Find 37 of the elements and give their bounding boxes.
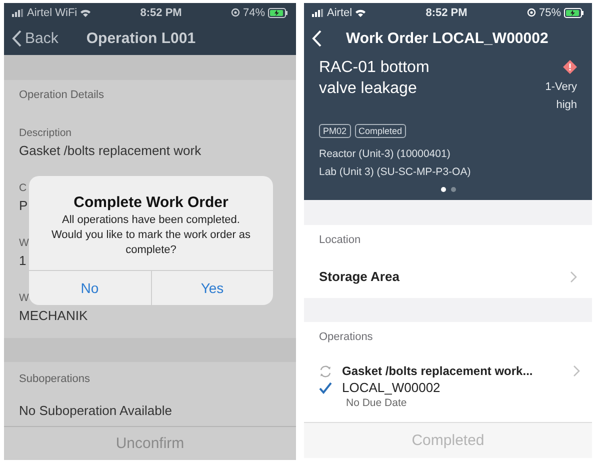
carrier-name: Airtel <box>327 6 352 18</box>
work-order-title: RAC-01 bottom valve leakage <box>319 58 430 99</box>
field-value: Gasket /bolts replacement work <box>19 142 202 160</box>
header-detail: Lab (Unit 3) (SU-SC-MP-P3-OA) <box>319 165 472 180</box>
screen-title: Operation L001 <box>86 30 196 47</box>
dialog-button[interactable]: No <box>29 271 150 305</box>
field-value: 1 <box>19 252 26 270</box>
status-time: 8:52 PM <box>426 6 468 18</box>
field-value: P <box>19 197 28 215</box>
dialog-message: All operations have been completed. Would you like to mark the work order as complete? <box>50 213 252 258</box>
operation-row[interactable]: Gasket /bolts replacement work... LOCAL_W00002 No Due Date <box>304 352 592 409</box>
field-label: C <box>19 181 27 196</box>
operation-id: LOCAL_W00002 <box>342 380 440 395</box>
status-time: 8:52 PM <box>140 6 182 18</box>
header-detail: Reactor (Unit-3) (10000401) <box>319 147 452 162</box>
tag: Completed <box>354 124 406 138</box>
field-label: W <box>19 291 29 306</box>
operation-title: Gasket /bolts replacement work... <box>342 364 534 378</box>
battery-percent: 75% <box>538 6 561 18</box>
dialog-button[interactable]: Yes <box>150 271 273 305</box>
empty-message: No Suboperation Available <box>18 402 173 420</box>
dialog-title: Complete Work Order <box>72 194 230 211</box>
section-heading: Operations <box>318 330 374 345</box>
screen-title: Work Order LOCAL_W00002 <box>346 30 548 47</box>
field-label: Description <box>19 126 72 141</box>
tag: PM02 <box>319 124 351 138</box>
battery-percent: 74% <box>242 6 265 18</box>
location-row[interactable]: Storage Area <box>304 255 592 298</box>
priority-label: 1-Very high <box>544 80 577 113</box>
carrier-name: Airtel WiFi <box>27 6 78 18</box>
section-heading: Suboperations <box>18 372 91 386</box>
field-value: MECHANIK <box>19 307 88 325</box>
field-label: W <box>19 236 29 251</box>
section-heading: Operation Details <box>18 88 105 103</box>
section-heading: Location <box>318 233 362 248</box>
back-button[interactable]: Back <box>12 30 58 47</box>
due-date: No Due Date <box>345 397 408 409</box>
